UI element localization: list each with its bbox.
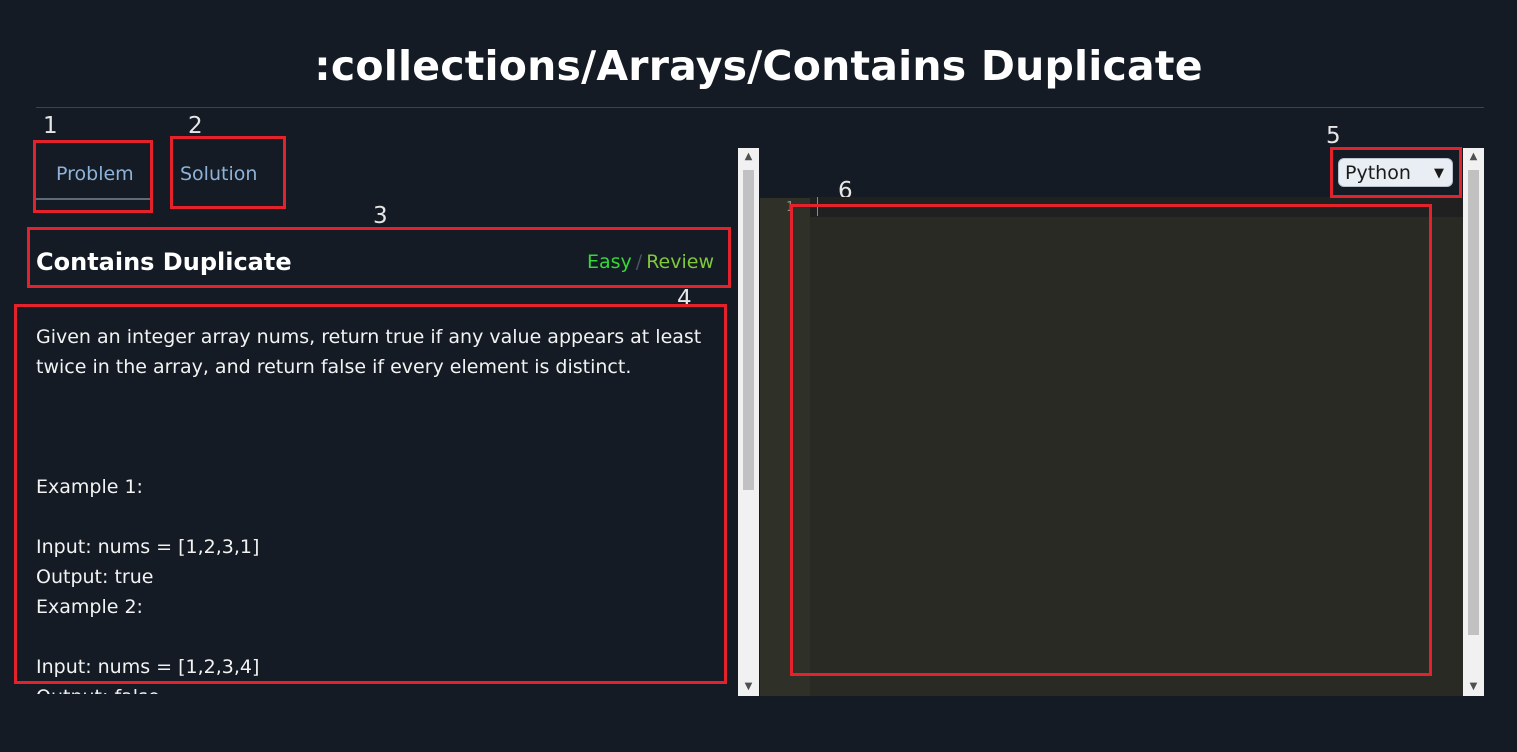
annotation-label-3: 3 <box>373 203 388 229</box>
description-blank <box>36 382 716 412</box>
example-1-heading: Example 1: <box>36 476 143 498</box>
annotation-label-1: 1 <box>43 113 58 139</box>
code-editor[interactable] <box>760 198 1463 696</box>
scroll-down-arrow-icon[interactable]: ▼ <box>738 680 759 694</box>
problem-scrollbar[interactable]: ▲ ▼ <box>738 148 759 696</box>
text-cursor <box>817 197 818 216</box>
tab-problem[interactable]: Problem <box>56 162 134 186</box>
description-blank <box>36 502 716 532</box>
description-blank <box>36 442 716 472</box>
scroll-thumb[interactable] <box>743 170 754 490</box>
scroll-up-arrow-icon[interactable]: ▲ <box>1463 150 1484 164</box>
example-2-heading: Example 2: <box>36 596 143 618</box>
example-1-output: Output: true <box>36 566 154 588</box>
line-number: 1 <box>786 200 794 215</box>
scroll-up-arrow-icon[interactable]: ▲ <box>738 150 759 164</box>
example-1-input: Input: nums = [1,2,3,1] <box>36 536 260 558</box>
annotation-label-2: 2 <box>188 113 203 139</box>
example-2-input: Input: nums = [1,2,3,4] <box>36 656 260 678</box>
chevron-down-icon: ▼ <box>1434 166 1444 181</box>
example-2-output: Output: false <box>36 682 716 694</box>
page-title: :collections/Arrays/Contains Duplicate <box>314 42 1203 90</box>
scroll-thumb[interactable] <box>1468 170 1479 635</box>
scroll-down-arrow-icon[interactable]: ▼ <box>1463 680 1484 694</box>
language-select[interactable]: Python ▼ <box>1338 158 1453 187</box>
tab-solution[interactable]: Solution <box>180 162 257 186</box>
annotation-label-5: 5 <box>1326 123 1341 149</box>
active-line-highlight <box>810 197 1463 217</box>
active-tab-indicator <box>36 198 150 200</box>
difficulty-separator: / <box>635 251 643 273</box>
difficulty-status: Easy / Review <box>587 249 714 275</box>
language-select-value: Python <box>1345 162 1411 184</box>
title-divider <box>36 107 1484 108</box>
review-status-link[interactable]: Review <box>646 251 714 273</box>
description-paragraph: Given an integer array nums, return true… <box>36 326 702 378</box>
description-blank <box>36 622 716 652</box>
problem-description: Given an integer array nums, return true… <box>36 322 716 694</box>
editor-gutter <box>760 198 810 696</box>
description-blank <box>36 412 716 442</box>
difficulty-badge: Easy <box>587 251 632 273</box>
annotation-label-4: 4 <box>677 286 692 312</box>
editor-scrollbar[interactable]: ▲ ▼ <box>1463 148 1484 696</box>
problem-title: Contains Duplicate <box>36 248 292 276</box>
